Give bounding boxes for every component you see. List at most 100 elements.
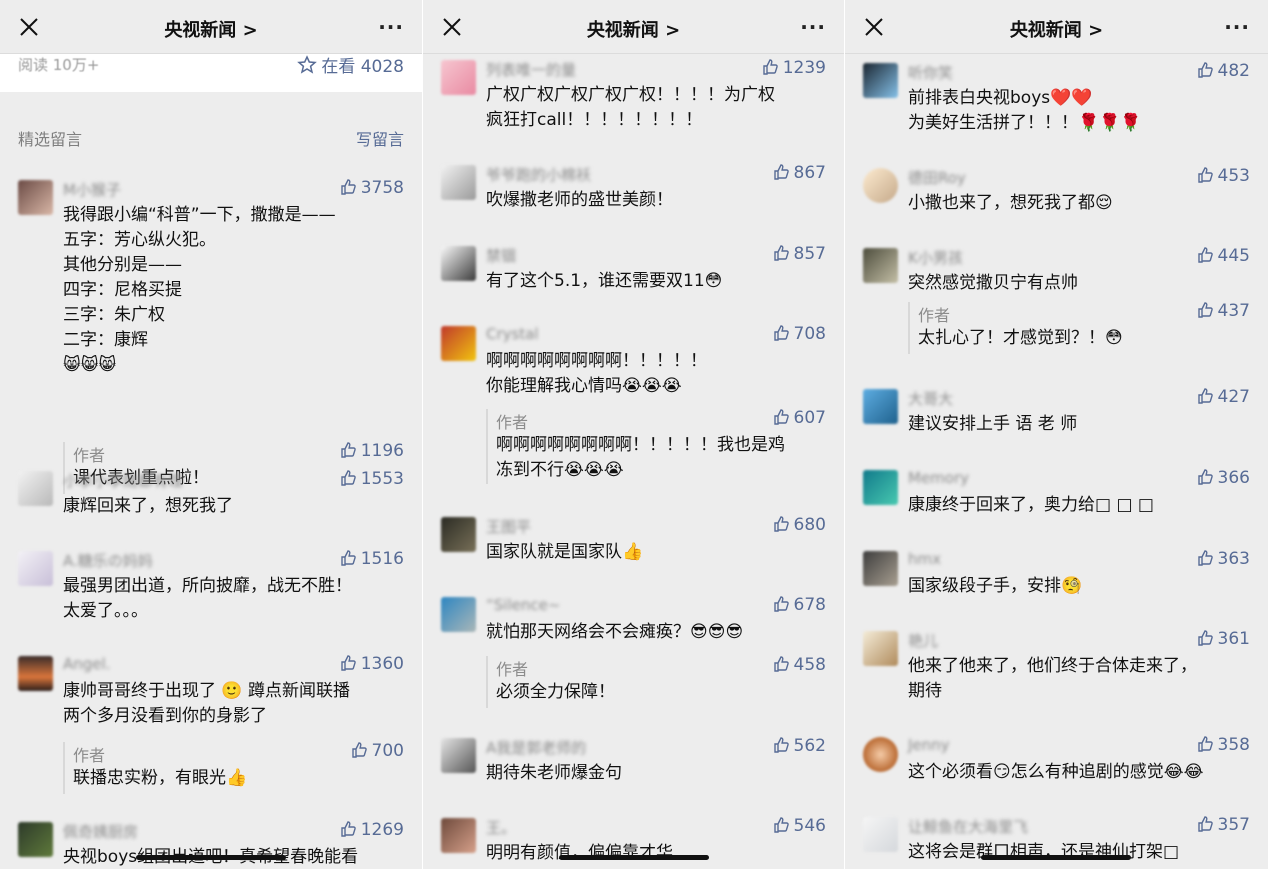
like-button[interactable]: 1360 xyxy=(340,654,404,674)
avatar[interactable] xyxy=(441,818,476,853)
avatar[interactable] xyxy=(441,597,476,632)
like-count: 358 xyxy=(1217,735,1250,755)
like-button[interactable]: 546 xyxy=(773,816,826,836)
reply-like-button[interactable]: 458 xyxy=(773,655,826,675)
like-button[interactable]: 3758 xyxy=(340,178,404,198)
thumbs-up-icon xyxy=(1197,816,1213,832)
avatar[interactable] xyxy=(18,822,53,857)
thumbs-up-icon xyxy=(773,596,789,612)
like-button[interactable]: 857 xyxy=(773,244,826,264)
avatar[interactable] xyxy=(441,165,476,200)
more-icon[interactable]: ··· xyxy=(800,15,826,39)
avatar[interactable] xyxy=(441,246,476,281)
write-comment-button[interactable]: 写留言 xyxy=(356,126,404,150)
comment-text: 建议安排上手 语 老 师 xyxy=(908,414,1078,434)
like-count: 427 xyxy=(1217,387,1250,407)
thumbs-up-icon xyxy=(773,817,789,833)
home-indicator[interactable] xyxy=(981,855,1131,860)
account-title[interactable]: 央视新闻 > xyxy=(845,16,1268,42)
avatar[interactable] xyxy=(863,470,898,505)
thumbs-up-icon xyxy=(341,655,356,671)
avatar[interactable] xyxy=(863,551,898,586)
like-button[interactable]: 680 xyxy=(773,515,826,535)
like-button[interactable]: 1269 xyxy=(340,820,404,840)
comments-header: 精选留言 写留言 xyxy=(18,126,404,150)
avatar[interactable] xyxy=(18,471,53,506)
avatar[interactable] xyxy=(863,817,898,852)
comment-text: 明明有颜值，偏偏靠才华 xyxy=(486,843,673,863)
thumbs-up-icon xyxy=(351,742,367,758)
like-count: 363 xyxy=(1217,549,1250,569)
avatar[interactable] xyxy=(441,60,476,95)
comment-text: 国家队就是国家队👍 xyxy=(486,542,644,562)
like-button[interactable]: 867 xyxy=(773,163,826,183)
avatar[interactable] xyxy=(18,551,53,586)
avatar[interactable] xyxy=(863,248,898,283)
avatar[interactable] xyxy=(441,326,476,361)
more-icon[interactable]: ··· xyxy=(378,15,404,39)
like-button[interactable]: 1239 xyxy=(762,58,826,78)
nav-bar: 央视新闻 > ··· xyxy=(845,0,1268,54)
thumbs-up-icon xyxy=(773,325,789,341)
author-label: 作者 xyxy=(918,306,951,325)
avatar[interactable] xyxy=(863,63,898,98)
avatar[interactable] xyxy=(863,389,898,424)
author-reply: 作者 437 太扎心了！才感觉到？！😳 xyxy=(908,301,1268,354)
reply-like-button[interactable]: 700 xyxy=(351,741,404,761)
comment-nickname: Crystal xyxy=(486,325,539,343)
like-button[interactable]: 482 xyxy=(1197,61,1250,81)
like-count: 3758 xyxy=(360,178,404,198)
like-button[interactable]: 363 xyxy=(1197,549,1250,569)
thumbs-up-icon xyxy=(1197,469,1213,485)
like-button[interactable]: 1516 xyxy=(340,549,404,569)
comment-text: 这个必须看😏怎么有种追剧的感觉😂😂 xyxy=(908,762,1204,782)
author-label: 作者 xyxy=(496,413,529,432)
like-button[interactable]: 708 xyxy=(773,324,826,344)
like-button[interactable]: 445 xyxy=(1197,246,1250,266)
avatar[interactable] xyxy=(441,738,476,773)
comment-nickname: 禁锢 xyxy=(486,247,517,265)
like-button[interactable]: 357 xyxy=(1197,815,1250,835)
comment-nickname: 德田Roy xyxy=(908,169,966,187)
thumbs-up-icon xyxy=(773,245,789,261)
home-indicator[interactable] xyxy=(559,855,709,860)
thumbs-up-icon xyxy=(773,737,789,753)
home-indicator[interactable] xyxy=(136,855,286,860)
avatar[interactable] xyxy=(863,631,898,666)
thumbs-up-icon xyxy=(1197,167,1213,183)
account-title[interactable]: 央视新闻 > xyxy=(423,16,844,42)
author-label: 作者 xyxy=(73,746,106,765)
avatar[interactable] xyxy=(18,656,53,691)
comment-text: 康康终于回来了，奥力给□ □ □ xyxy=(908,495,1154,515)
account-title[interactable]: 央视新闻 > xyxy=(0,16,422,42)
like-button[interactable]: 678 xyxy=(773,595,826,615)
comment-nickname: 小季小季随都有理 xyxy=(63,472,184,490)
more-icon[interactable]: ··· xyxy=(1224,15,1250,39)
thumbs-up-icon xyxy=(341,470,356,486)
reply-like-button[interactable]: 1196 xyxy=(340,441,404,461)
avatar[interactable] xyxy=(441,517,476,552)
comment-nickname: 佩奇姨厨房 xyxy=(63,823,139,841)
like-count: 680 xyxy=(793,515,826,535)
watching-button[interactable]: 在看 4028 xyxy=(297,52,404,77)
comment-text: 吹爆撒老师的盛世美颜！ xyxy=(486,190,673,210)
reply-like-button[interactable]: 437 xyxy=(1197,301,1250,321)
like-button[interactable]: 1553 xyxy=(340,469,404,489)
like-button[interactable]: 358 xyxy=(1197,735,1250,755)
like-count: 361 xyxy=(1217,629,1250,649)
like-count: 1516 xyxy=(360,549,404,569)
like-button[interactable]: 453 xyxy=(1197,166,1250,186)
like-button[interactable]: 366 xyxy=(1197,468,1250,488)
comment-nickname: 艳儿 xyxy=(908,632,939,650)
like-button[interactable]: 361 xyxy=(1197,629,1250,649)
comment-text: 我得跟小编“科普”一下，撒撒是—— 五字：芳心纵火犯。 其他分别是—— 四字：尼… xyxy=(63,205,336,375)
avatar[interactable] xyxy=(18,180,53,215)
avatar[interactable] xyxy=(863,168,898,203)
like-count: 678 xyxy=(793,595,826,615)
like-button[interactable]: 562 xyxy=(773,736,826,756)
avatar[interactable] xyxy=(863,737,898,772)
reply-like-button[interactable]: 607 xyxy=(773,408,826,428)
like-button[interactable]: 427 xyxy=(1197,387,1250,407)
reply-like-count: 607 xyxy=(793,408,826,428)
author-label: 作者 xyxy=(496,660,529,679)
